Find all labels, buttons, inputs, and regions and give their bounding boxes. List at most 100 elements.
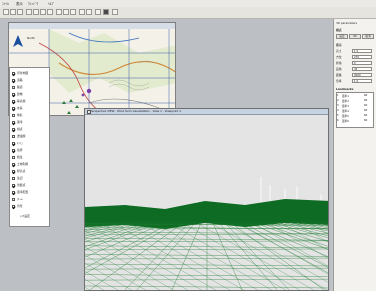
layer-label: 鉄道 — [17, 85, 23, 89]
layer-checkbox[interactable] — [12, 149, 15, 152]
table-cell: 5 — [337, 114, 339, 117]
settings-button[interactable]: 設定 — [336, 34, 348, 39]
menu-view[interactable]: 表示 — [16, 1, 23, 6]
layer-panel: 背景地図道路鉄道建物等高線水系地名風車視点送電線 ﾒｯｼｭ 境界植生土地利用標高点注… — [9, 67, 50, 227]
table-cell: 風車4 — [342, 110, 349, 113]
layer-checkbox[interactable] — [12, 191, 15, 194]
menu-window[interactable]: ｳｨﾝﾄﾞｳ — [28, 1, 38, 6]
layer-checkbox[interactable] — [12, 142, 15, 145]
layer-checkbox[interactable] — [12, 86, 15, 89]
field-input[interactable]: 270 — [352, 55, 372, 59]
layer-item[interactable]: 背景地図 — [12, 71, 49, 76]
table-cell: 1 — [337, 94, 339, 97]
toolbar-button[interactable] — [40, 9, 46, 15]
toolbar-button[interactable] — [70, 9, 76, 15]
toolbar-button[interactable] — [79, 9, 85, 15]
layer-item[interactable]: ﾌﾚｰﾑ — [12, 197, 49, 202]
layer-item[interactable]: 建物 — [12, 92, 49, 97]
table-cell: 60 — [364, 109, 368, 112]
layer-checkbox[interactable] — [12, 177, 15, 180]
layer-item[interactable]: 地名 — [12, 113, 49, 118]
table-cell: 4 — [337, 109, 339, 112]
layer-checkbox[interactable] — [12, 163, 15, 166]
ok-button[interactable]: OK — [349, 34, 361, 39]
menu-help[interactable]: ﾍﾙﾌﾟ — [48, 1, 55, 6]
section-display: 表示 — [336, 43, 342, 47]
perspective-view-window[interactable]: Perspective VIEW - Wind farm visualizati… — [84, 108, 329, 291]
layer-checkbox[interactable] — [12, 170, 15, 173]
layer-item[interactable]: 風車配置 — [12, 190, 49, 195]
layer-checkbox[interactable] — [12, 121, 15, 124]
layer-checkbox[interactable] — [12, 72, 15, 75]
toolbar-button[interactable] — [26, 9, 32, 15]
layer-checkbox[interactable] — [12, 156, 15, 159]
toolbar-button[interactable] — [33, 9, 39, 15]
layer-label: 背景 — [17, 204, 23, 208]
layer-checkbox[interactable] — [12, 79, 15, 82]
terrain-mesh-view[interactable] — [85, 115, 329, 291]
layer-checkbox[interactable] — [12, 93, 15, 96]
layer-item[interactable]: 標高点 — [12, 169, 49, 174]
table-cell: 60 — [364, 119, 368, 122]
north-arrow-icon — [11, 33, 25, 49]
layer-checkbox[interactable] — [12, 184, 15, 187]
layer-item[interactable]: 道路 — [12, 78, 49, 83]
layer-item[interactable]: 送電線 — [12, 134, 49, 139]
field-input[interactable]: 3000 — [352, 73, 372, 77]
layer-item[interactable]: 等高線 — [12, 99, 49, 104]
layer-item[interactable]: 鉄道 — [12, 85, 49, 90]
layer-label: 土地利用 — [17, 162, 29, 166]
layer-item[interactable]: 視点 — [12, 127, 49, 132]
layer-label: ﾌﾚｰﾑ — [17, 197, 23, 201]
layer-item[interactable]: 背景 — [12, 204, 49, 209]
field-label: 倍率 — [336, 79, 342, 83]
menu-file[interactable]: ﾌｧｲﾙ — [2, 1, 9, 6]
layer-item[interactable]: 植生 — [12, 155, 49, 160]
toolbar-button[interactable] — [17, 9, 23, 15]
layer-checkbox[interactable] — [12, 198, 15, 201]
section-viewpoint: 視点 — [336, 28, 342, 32]
landmark-table-header: Landmarks — [336, 87, 354, 91]
toolbar-button[interactable] — [95, 9, 101, 15]
table-cell: 風車6 — [342, 120, 349, 123]
layer-label: 背景地図 — [17, 71, 29, 75]
layer-item[interactable]: 風車 — [12, 120, 49, 125]
layer-checkbox[interactable] — [12, 135, 15, 138]
toolbar-button[interactable] — [3, 9, 9, 15]
layer-item[interactable]: 注記 — [12, 176, 49, 181]
layer-label: 標高点 — [17, 169, 26, 173]
field-input[interactable]: 1.0 — [352, 79, 372, 83]
layer-checkbox[interactable] — [12, 205, 15, 208]
toolbar — [0, 7, 376, 19]
toolbar-button[interactable] — [47, 9, 53, 15]
toolbar-button[interactable] — [86, 9, 92, 15]
layer-label: 等高線 — [17, 99, 26, 103]
field-input[interactable]: 0 — [352, 61, 372, 65]
layer-checkbox[interactable] — [12, 107, 15, 110]
field-input[interactable]: 45 — [352, 67, 372, 71]
layer-label: 景観点 — [17, 183, 26, 187]
table-cell: 風車5 — [342, 115, 349, 118]
layer-checkbox[interactable] — [12, 114, 15, 117]
layer-checkbox[interactable] — [12, 128, 15, 131]
layer-item[interactable]: 景観点 — [12, 183, 49, 188]
table-cell: 60 — [364, 104, 368, 107]
layer-item[interactable]: ﾒｯｼｭ — [12, 141, 49, 146]
field-input[interactable]: 1.5 — [352, 49, 372, 53]
layer-item[interactable]: 土地利用 — [12, 162, 49, 167]
cancel-button[interactable]: 取消 — [362, 34, 374, 39]
field-label: 距離 — [336, 73, 342, 77]
toolbar-button[interactable] — [112, 9, 118, 15]
field-label: 画角 — [336, 67, 342, 71]
toolbar-button[interactable] — [56, 9, 62, 15]
table-cell: 3 — [337, 104, 339, 107]
layer-settings-link[interactable]: ﾚｲﾔ設定 — [20, 214, 30, 218]
toolbar-button-active[interactable] — [103, 9, 109, 15]
layer-item[interactable]: 水系 — [12, 106, 49, 111]
toolbar-button[interactable] — [10, 9, 16, 15]
layer-label: ﾒｯｼｭ — [17, 141, 23, 145]
layer-item[interactable]: 境界 — [12, 148, 49, 153]
window-menu-icon[interactable] — [87, 110, 91, 114]
toolbar-button[interactable] — [63, 9, 69, 15]
layer-checkbox[interactable] — [12, 100, 15, 103]
